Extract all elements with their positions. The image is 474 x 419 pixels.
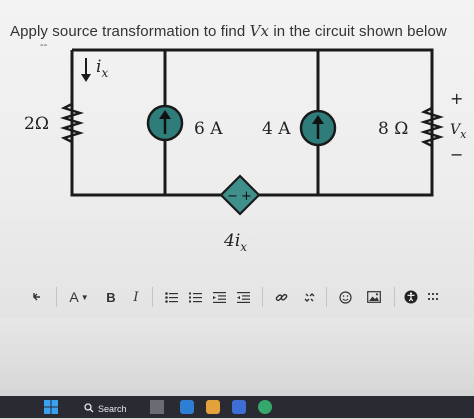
undo-icon[interactable] <box>28 285 46 309</box>
dep-source-minus: − <box>227 189 238 204</box>
vx-plus: + <box>450 89 463 108</box>
bullet-list-icon[interactable] <box>162 285 180 309</box>
search-icon[interactable] <box>84 400 94 414</box>
windows-start-icon[interactable] <box>44 400 58 414</box>
taskbar: Search <box>0 396 474 418</box>
text-format-button[interactable]: A ▼ <box>64 285 94 309</box>
answer-editor-area[interactable] <box>0 318 474 390</box>
more-options-icon[interactable] <box>426 285 446 309</box>
resistor-right-label: 8 Ω <box>378 119 408 139</box>
source-4a-label: 4 A <box>262 119 291 139</box>
task-view-icon[interactable] <box>150 400 164 414</box>
app-icon-3[interactable] <box>232 400 246 414</box>
resistor-left-label: 2Ω <box>24 114 49 134</box>
vx-minus: − <box>450 145 463 164</box>
vx-label: Vx <box>450 122 467 141</box>
circuit-diagram: 2Ω ix 6 A 4 A 8 Ω + − Vx − + 4ix <box>24 48 467 254</box>
dep-source-plus: + <box>241 189 252 204</box>
accessibility-icon[interactable] <box>402 285 420 309</box>
app-icon-4[interactable] <box>258 400 272 414</box>
chevron-down-icon: ▼ <box>80 292 89 302</box>
outdent-icon[interactable] <box>210 285 228 309</box>
current-arrow-head <box>81 74 91 82</box>
numbered-list-icon[interactable] <box>186 285 204 309</box>
taskbar-search-label[interactable]: Search <box>98 404 127 414</box>
app-icon-1[interactable] <box>180 400 194 414</box>
current-label: ix <box>96 57 108 80</box>
unlink-icon[interactable] <box>300 285 318 309</box>
source-6a-label: 6 A <box>194 119 223 139</box>
emoji-icon[interactable] <box>336 285 354 309</box>
text-format-label: A <box>69 289 79 305</box>
italic-button[interactable]: I <box>128 285 144 309</box>
link-icon[interactable] <box>272 285 290 309</box>
app-icon-2[interactable] <box>206 400 220 414</box>
indent-icon[interactable] <box>234 285 252 309</box>
editor-toolbar: A ▼ B I <box>22 285 470 311</box>
image-icon[interactable] <box>364 285 384 309</box>
dep-source-label: 4ix <box>223 231 247 254</box>
bold-button[interactable]: B <box>102 285 120 309</box>
